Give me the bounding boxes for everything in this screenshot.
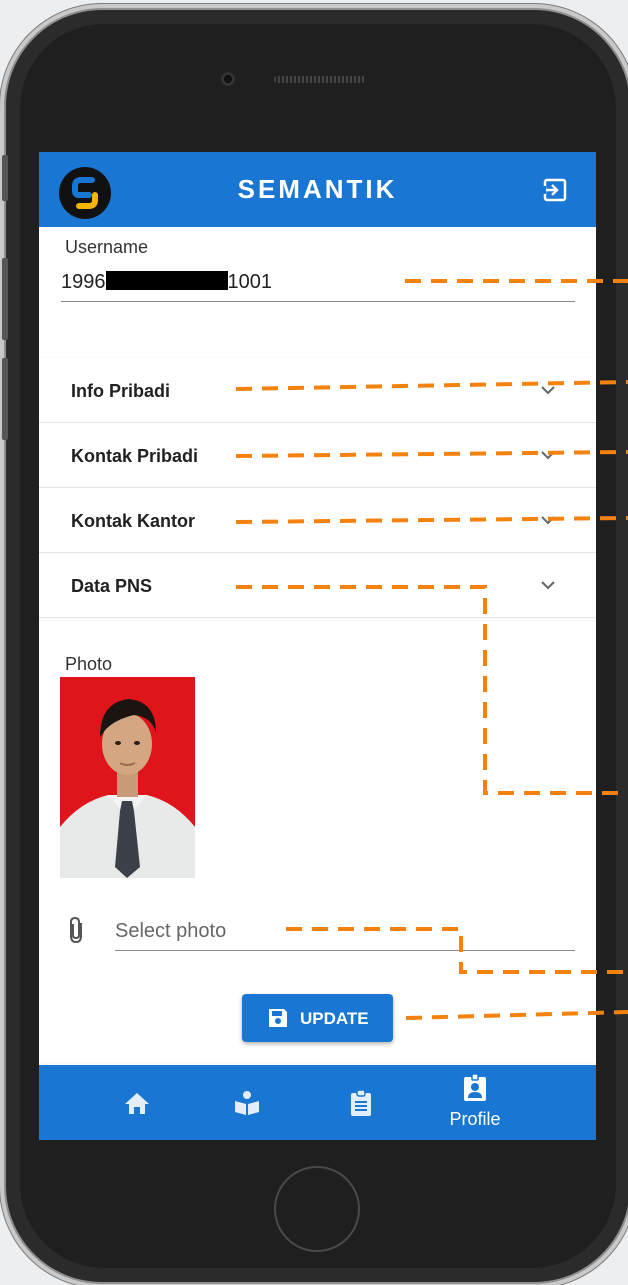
chevron-down-icon [541, 581, 555, 590]
nav-home[interactable] [97, 1065, 177, 1140]
front-camera [221, 72, 235, 86]
nav-tasks[interactable] [321, 1065, 401, 1140]
panel-kontak-kantor[interactable]: Kontak Kantor [39, 488, 596, 553]
bottom-navigation: Profile [39, 1065, 596, 1140]
select-photo-underline [115, 950, 575, 951]
select-photo-input[interactable]: Select photo [115, 920, 226, 943]
paperclip-icon[interactable] [67, 915, 87, 945]
panel-info-pribadi[interactable]: Info Pribadi [39, 358, 596, 423]
nav-profile[interactable]: Profile [435, 1065, 515, 1140]
username-label: Username [65, 237, 149, 257]
panel-label: Data PNS [71, 576, 153, 596]
username-underline [61, 301, 575, 302]
redaction-bar [105, 271, 228, 290]
update-button[interactable]: UPDATE [242, 994, 393, 1042]
chevron-down-icon [541, 451, 555, 460]
home-button[interactable] [274, 1166, 360, 1252]
chevron-down-icon [541, 516, 555, 525]
id-badge-icon [464, 1074, 486, 1101]
volume-up-button [2, 258, 8, 340]
app-title: SEMANTIK [237, 174, 398, 204]
photo-section: Photo Select photo UPDATE [39, 622, 596, 1062]
mute-switch [2, 155, 8, 201]
expansion-panels: Info Pribadi Kontak Pribadi Kontak Kanto… [39, 358, 596, 618]
app-bar: SEMANTIK [39, 152, 596, 227]
username-value: 1996 1001 [61, 271, 272, 294]
nav-profile-label: Profile [449, 1109, 501, 1129]
book-reader-icon [235, 1091, 259, 1115]
chevron-down-icon [541, 386, 555, 395]
volume-down-button [2, 358, 8, 440]
panel-data-pns[interactable]: Data PNS [39, 553, 596, 618]
update-label: UPDATE [300, 1009, 369, 1028]
home-icon [125, 1093, 149, 1114]
earpiece-speaker [274, 76, 366, 83]
panel-kontak-pribadi[interactable]: Kontak Pribadi [39, 423, 596, 488]
panel-label: Kontak Pribadi [71, 446, 199, 466]
photo-label: Photo [65, 654, 113, 674]
panel-label: Kontak Kantor [71, 511, 196, 531]
nav-learning[interactable] [207, 1065, 287, 1140]
save-icon [269, 1009, 287, 1027]
panel-label: Info Pribadi [71, 381, 170, 401]
clipboard-icon [351, 1089, 371, 1116]
username-field[interactable]: Username 1996 1001 [39, 227, 596, 357]
app-screen: SEMANTIK Username 1996 1001 Info Pribadi … [39, 152, 596, 1140]
username-suffix: 1001 [227, 271, 273, 293]
username-prefix: 1996 [61, 271, 106, 293]
logout-icon[interactable] [542, 177, 568, 203]
profile-photo [60, 677, 195, 878]
